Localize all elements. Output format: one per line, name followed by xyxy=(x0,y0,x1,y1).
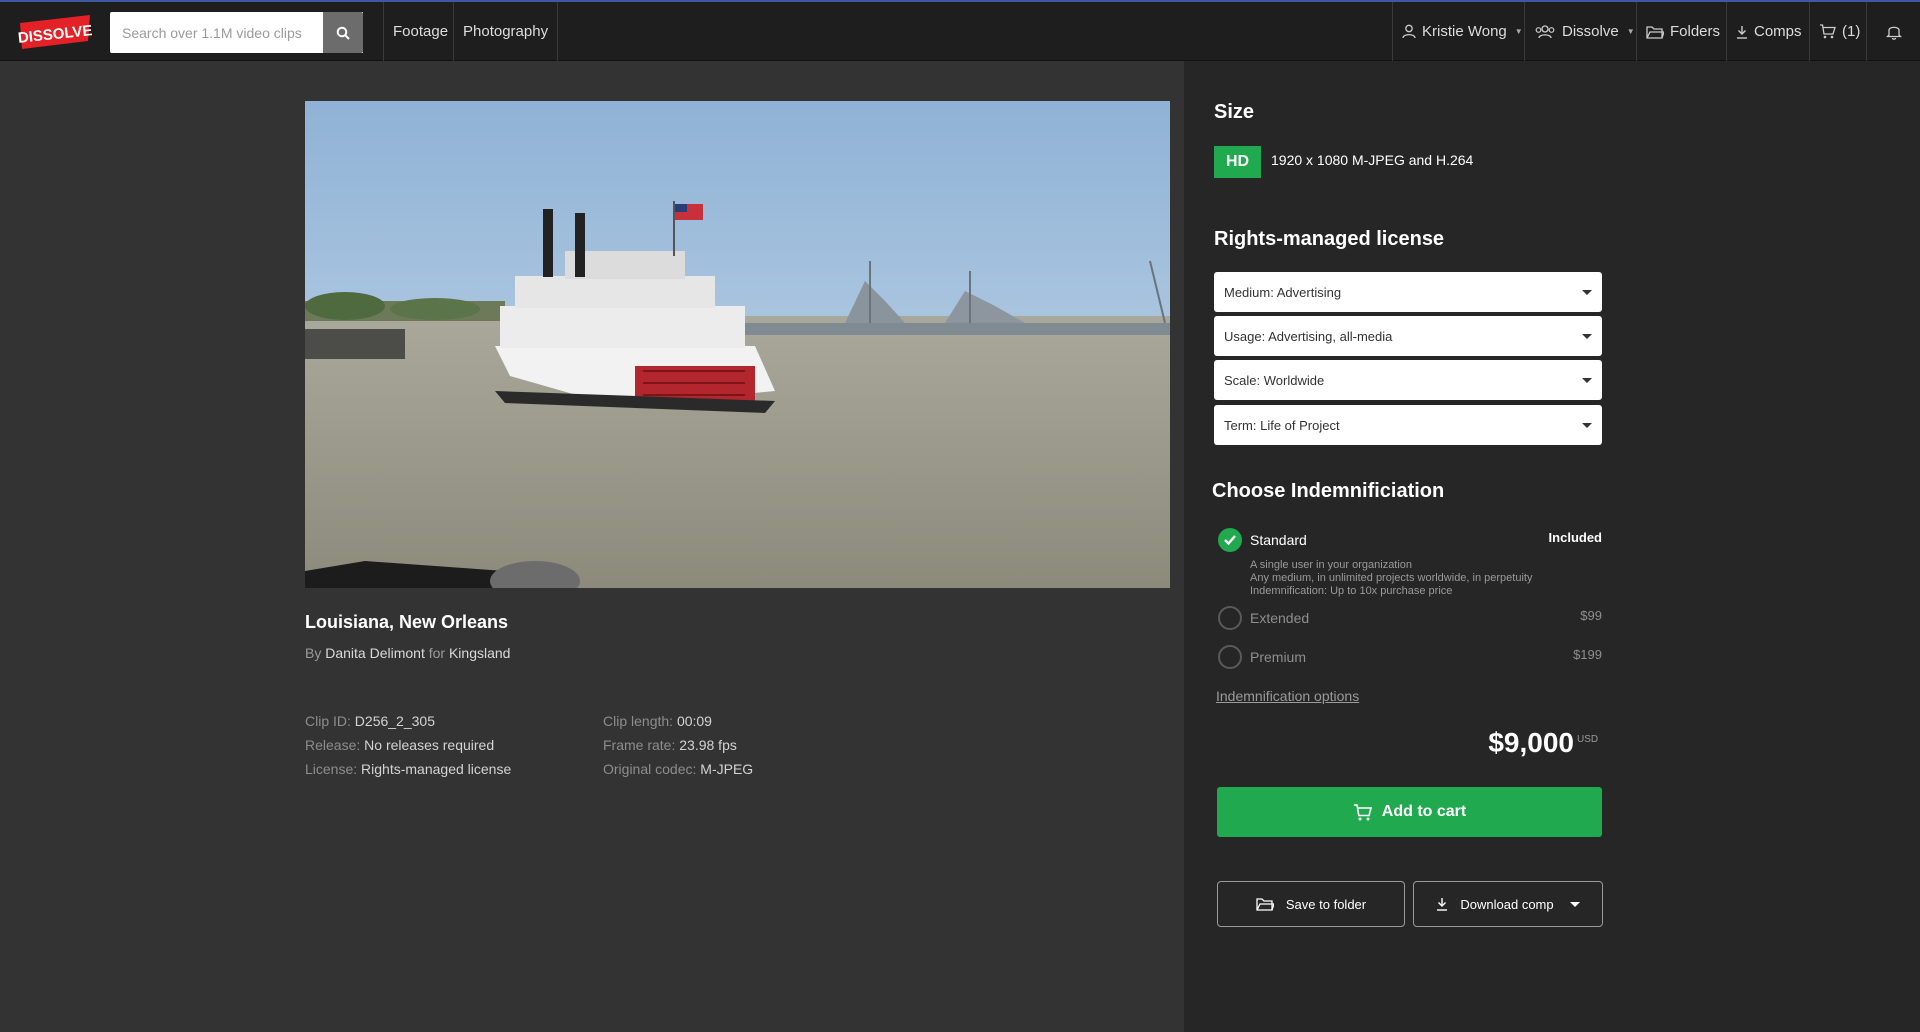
download-comp-button[interactable]: Download comp xyxy=(1413,881,1603,927)
hd-badge: HD xyxy=(1214,146,1261,178)
meta-value: 23.98 fps xyxy=(679,737,737,753)
team-name: Dissolve xyxy=(1562,23,1619,40)
meta-codec: Original codec: M-JPEG xyxy=(603,757,753,781)
collection-link[interactable]: Kingsland xyxy=(449,645,511,661)
premium-price: $199 xyxy=(1573,647,1602,662)
standard-price: Included xyxy=(1548,530,1602,545)
folders-label: Folders xyxy=(1670,23,1721,40)
indemnification-heading: Choose Indemnificiation xyxy=(1212,480,1445,502)
size-heading: Size xyxy=(1214,101,1255,123)
cart-count: (1) xyxy=(1842,23,1861,40)
meta-value: M-JPEG xyxy=(700,761,754,777)
meta-label: Original codec: xyxy=(603,761,697,777)
folders-link[interactable]: Folders xyxy=(1636,2,1729,61)
description-line: A single user in your organization xyxy=(1250,559,1413,571)
download-icon xyxy=(1737,25,1747,39)
chevron-down-icon: ▼ xyxy=(1626,27,1635,36)
folder-icon xyxy=(1256,898,1274,911)
standard-description: A single user in your organization Any m… xyxy=(1250,559,1532,598)
select-value: Term: Life of Project xyxy=(1224,417,1340,433)
premium-label[interactable]: Premium xyxy=(1250,649,1306,665)
download-icon xyxy=(1437,898,1448,911)
description-line: Any medium, in unlimited projects worldw… xyxy=(1250,572,1533,584)
nav-photography[interactable]: Photography xyxy=(453,2,559,61)
save-to-folder-label: Save to folder xyxy=(1285,896,1367,912)
currency-label: USD xyxy=(1577,734,1599,745)
folder-icon xyxy=(1646,25,1664,39)
meta-value: No releases required xyxy=(364,737,495,753)
nav-footage[interactable]: Footage xyxy=(383,2,457,61)
meta-license: License: Rights-managed license xyxy=(305,757,511,781)
extended-radio[interactable] xyxy=(1218,606,1242,630)
medium-select[interactable]: Medium: Advertising xyxy=(1214,272,1602,312)
clip-meta-right: Clip length: 00:09 Frame rate: 23.98 fps… xyxy=(603,709,753,781)
cart-icon xyxy=(1353,803,1372,820)
comps-link[interactable]: Comps xyxy=(1726,2,1811,61)
caret-down-icon xyxy=(1582,422,1592,428)
meta-label: Clip length: xyxy=(603,713,674,729)
meta-value: D256_2_305 xyxy=(354,713,435,729)
comps-label: Comps xyxy=(1754,23,1802,40)
user-icon xyxy=(1402,24,1416,39)
meta-value: Rights-managed license xyxy=(361,761,512,777)
user-menu[interactable]: Kristie Wong ▼ xyxy=(1392,2,1532,61)
caret-down-icon xyxy=(1582,289,1592,295)
video-thumbnail-image xyxy=(305,101,1170,588)
extended-label[interactable]: Extended xyxy=(1250,610,1309,626)
license-heading: Rights-managed license xyxy=(1214,228,1445,250)
for-word: for xyxy=(428,645,446,661)
notifications-button[interactable] xyxy=(1866,2,1920,61)
add-to-cart-label: Add to cart xyxy=(1381,803,1467,820)
download-comp-label: Download comp xyxy=(1460,896,1554,912)
video-preview[interactable] xyxy=(305,101,1170,588)
search-button[interactable] xyxy=(323,12,363,53)
team-menu[interactable]: Dissolve ▼ xyxy=(1524,2,1644,61)
size-spec: 1920 x 1080 M-JPEG and H.264 xyxy=(1271,152,1474,168)
caret-down-icon[interactable] xyxy=(1569,901,1580,907)
clip-meta-left: Clip ID: D256_2_305 Release: No releases… xyxy=(305,709,511,781)
cart-icon xyxy=(1820,24,1836,39)
clip-title: Louisiana, New Orleans xyxy=(305,612,509,632)
search-icon xyxy=(336,26,350,40)
clip-byline: By Danita Delimont for Kingsland xyxy=(305,645,510,661)
author-link[interactable]: Danita Delimont xyxy=(325,645,425,661)
select-value: Scale: Worldwide xyxy=(1224,372,1325,388)
standard-label[interactable]: Standard xyxy=(1250,532,1307,548)
meta-clip-id: Clip ID: D256_2_305 xyxy=(305,709,511,733)
team-icon xyxy=(1535,25,1555,39)
extended-price: $99 xyxy=(1580,608,1602,623)
total-price: $9,000 xyxy=(1488,727,1574,758)
user-name: Kristie Wong xyxy=(1422,23,1507,40)
meta-label: Clip ID: xyxy=(305,713,351,729)
bell-icon xyxy=(1885,26,1902,40)
premium-radio[interactable] xyxy=(1218,645,1242,669)
select-value: Usage: Advertising, all-media xyxy=(1224,328,1393,344)
meta-frame-rate: Frame rate: 23.98 fps xyxy=(603,733,753,757)
meta-label: Release: xyxy=(305,737,361,753)
meta-release: Release: No releases required xyxy=(305,733,511,757)
select-value: Medium: Advertising xyxy=(1224,284,1342,300)
add-to-cart-button[interactable]: Add to cart xyxy=(1217,787,1602,837)
top-navigation-bar: DISSOLVE Footage Photography Kristie Won… xyxy=(0,0,1920,61)
dissolve-logo[interactable]: DISSOLVE xyxy=(18,15,92,49)
meta-label: License: xyxy=(305,761,358,777)
term-select[interactable]: Term: Life of Project xyxy=(1214,405,1602,445)
indemnification-options-link[interactable]: Indemnification options xyxy=(1216,688,1359,704)
by-prefix: By xyxy=(305,645,322,661)
caret-down-icon xyxy=(1582,377,1592,383)
meta-clip-length: Clip length: 00:09 xyxy=(603,709,753,733)
chevron-down-icon: ▼ xyxy=(1514,27,1523,36)
meta-value: 00:09 xyxy=(676,713,712,729)
standard-radio[interactable] xyxy=(1218,528,1242,552)
save-to-folder-button[interactable]: Save to folder xyxy=(1217,881,1405,927)
usage-select[interactable]: Usage: Advertising, all-media xyxy=(1214,316,1602,356)
scale-select[interactable]: Scale: Worldwide xyxy=(1214,360,1602,400)
caret-down-icon xyxy=(1582,333,1592,339)
description-line: Indemnification: Up to 10x purchase pric… xyxy=(1250,585,1453,597)
meta-label: Frame rate: xyxy=(603,737,676,753)
check-icon xyxy=(1224,535,1236,546)
cart-link[interactable]: (1) xyxy=(1809,2,1869,61)
